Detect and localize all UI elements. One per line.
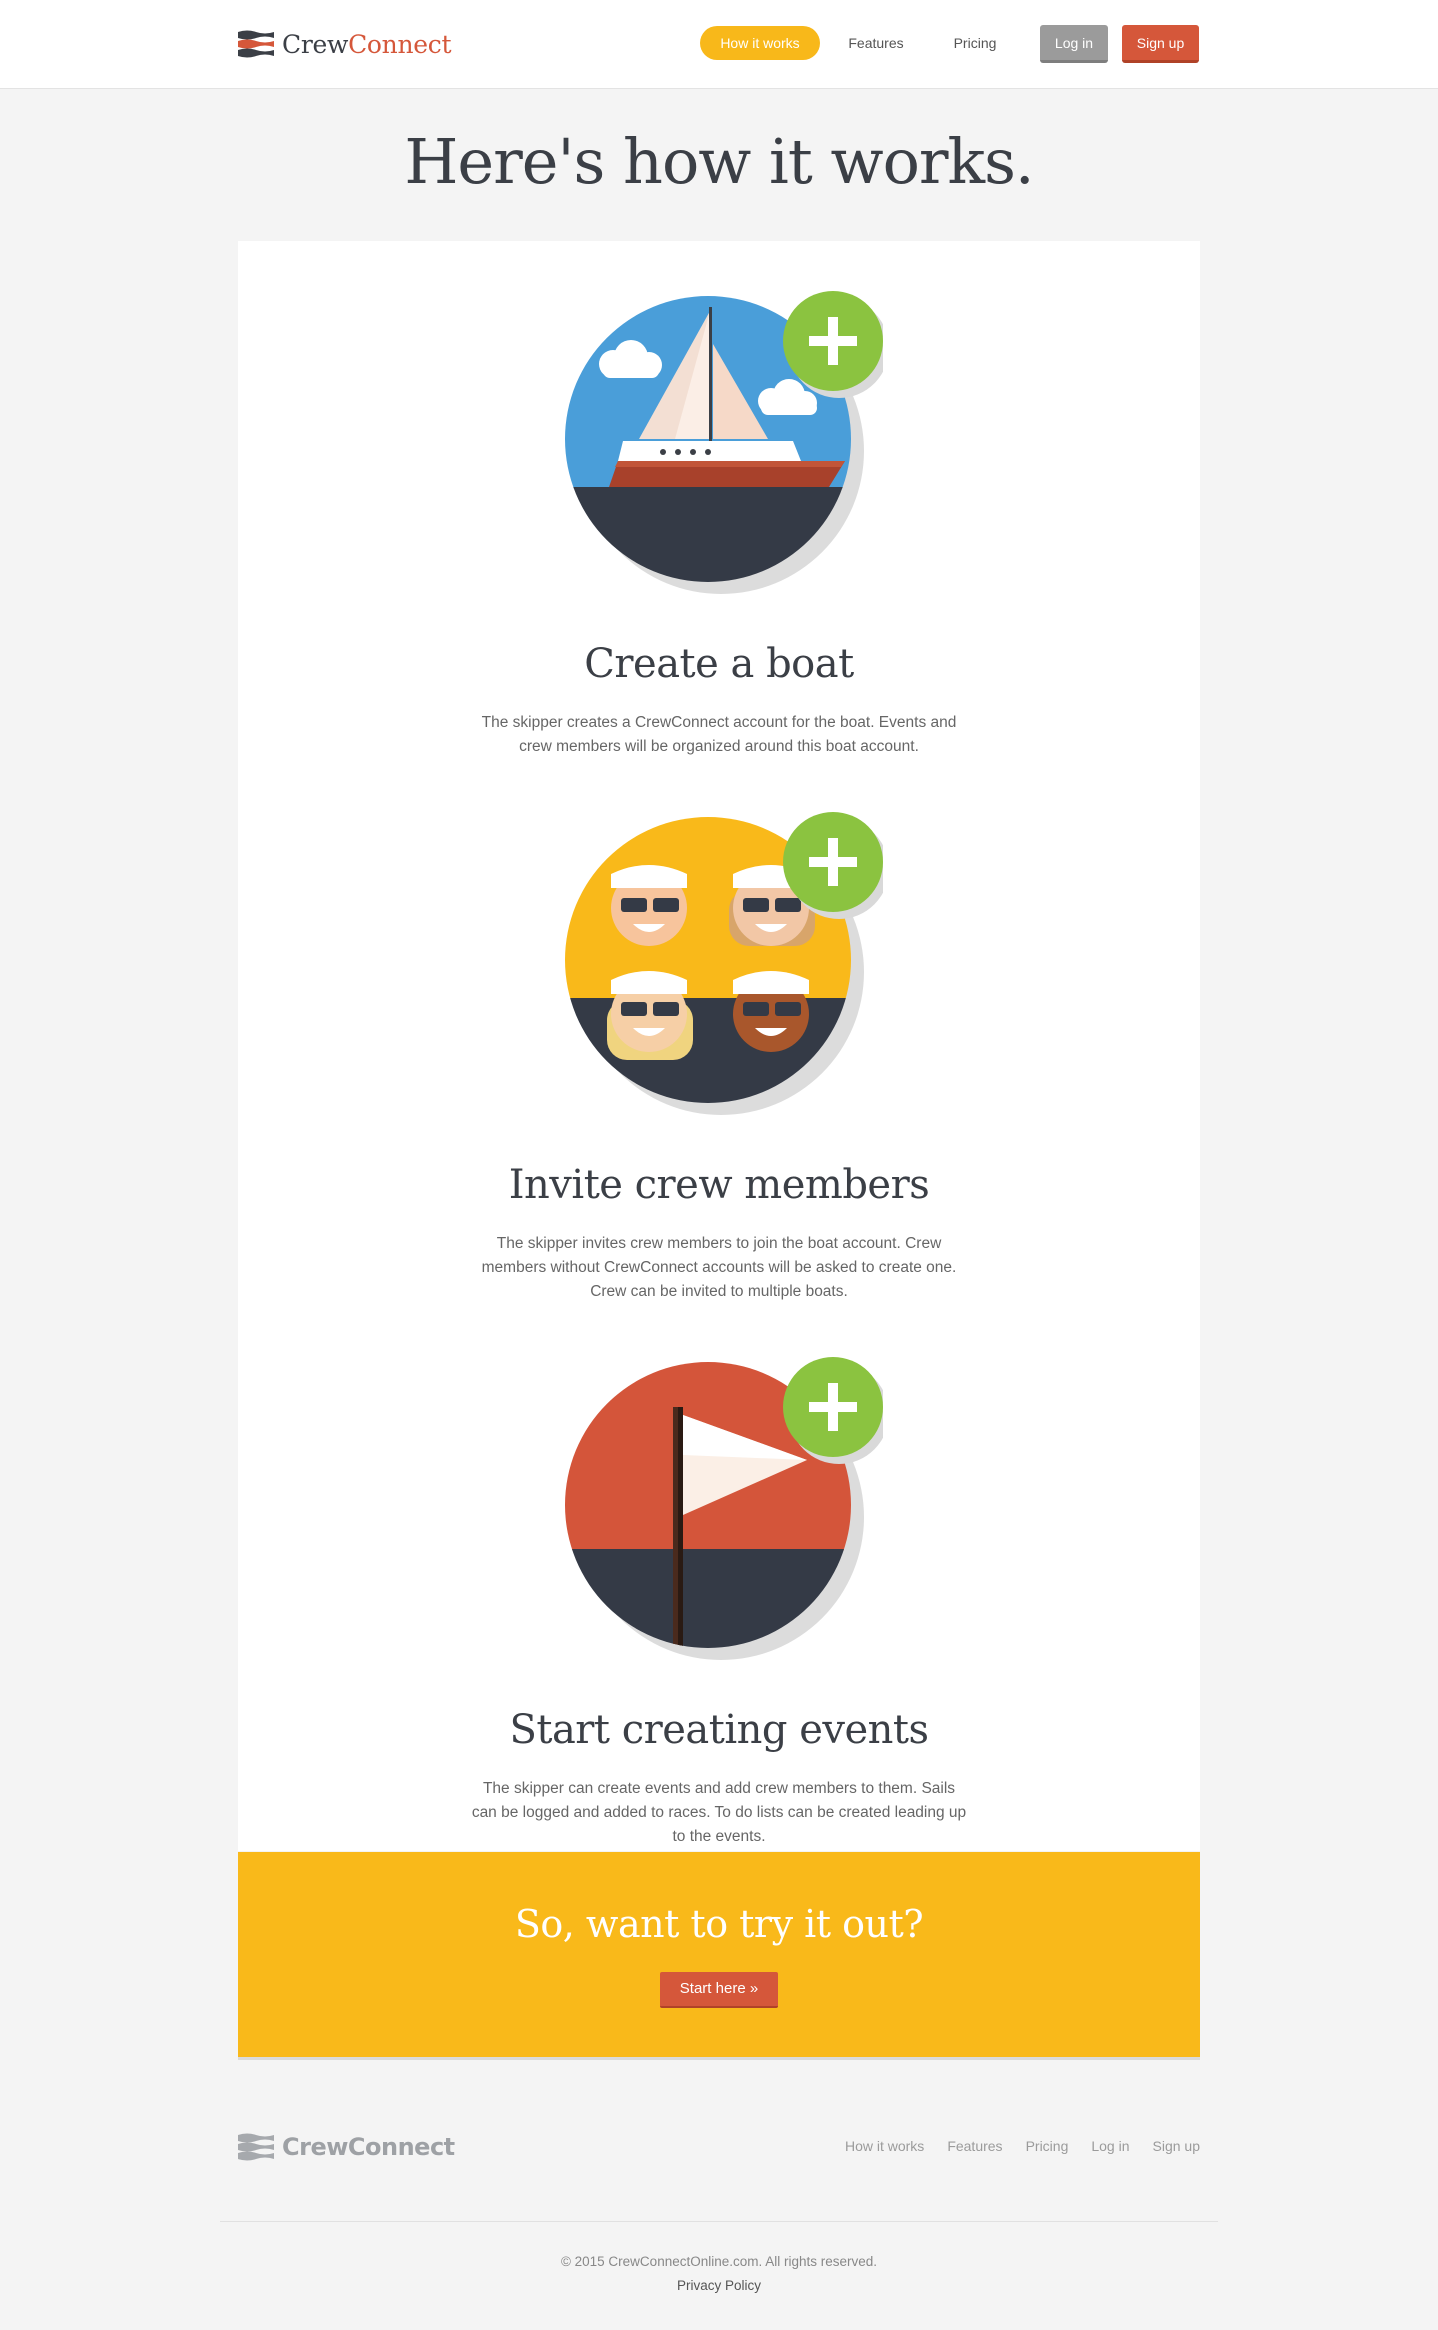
step-title: Start creating events xyxy=(509,1707,929,1753)
nav-how-it-works[interactable]: How it works xyxy=(700,26,820,60)
privacy-policy-link[interactable]: Privacy Policy xyxy=(0,2278,1438,2293)
footer-logo[interactable]: CrewConnect xyxy=(238,2130,455,2164)
nav-pricing[interactable]: Pricing xyxy=(942,26,1008,60)
nav-features[interactable]: Features xyxy=(838,26,914,60)
step-title: Invite crew members xyxy=(508,1162,930,1208)
footer-link-pricing[interactable]: Pricing xyxy=(1026,2138,1069,2154)
login-button[interactable]: Log in xyxy=(1040,25,1108,63)
signup-button[interactable]: Sign up xyxy=(1122,25,1199,63)
header: CrewConnect How it works Features Pricin… xyxy=(0,0,1438,89)
start-here-button[interactable]: Start here » xyxy=(660,1972,778,2008)
footer-link-login[interactable]: Log in xyxy=(1091,2138,1129,2154)
logo-crew-text: Crew xyxy=(282,29,349,59)
footer-divider xyxy=(220,2221,1218,2222)
footer-link-how-it-works[interactable]: How it works xyxy=(845,2138,924,2154)
cta-heading: So, want to try it out? xyxy=(514,1902,924,1946)
footer-nav: How it works Features Pricing Log in Sig… xyxy=(845,2138,1200,2154)
page-title: Here's how it works. xyxy=(404,125,1034,198)
step-description: The skipper can create events and add cr… xyxy=(471,1780,967,1845)
flag-logo-icon xyxy=(238,30,274,58)
steps-card: Create a boat The skipper creates a Crew… xyxy=(238,241,1200,1851)
logo-connect-text: Connect xyxy=(348,29,452,59)
footer-link-features[interactable]: Features xyxy=(947,2138,1002,2154)
footer-logo-text: CrewConnect xyxy=(282,2133,455,2161)
footer-link-signup[interactable]: Sign up xyxy=(1153,2138,1200,2154)
step-description: The skipper invites crew members to join… xyxy=(481,1235,957,1300)
cta-banner: So, want to try it out? Start here » xyxy=(238,1852,1200,2060)
logo[interactable]: CrewConnect xyxy=(238,24,452,64)
step-title: Create a boat xyxy=(584,641,854,687)
copyright-text: © 2015 CrewConnectOnline.com. All rights… xyxy=(560,2254,878,2269)
flag-logo-icon xyxy=(238,2133,274,2161)
sailboat-icon xyxy=(565,291,883,594)
flag-icon xyxy=(565,1357,883,1660)
step-description: The skipper creates a CrewConnect accoun… xyxy=(481,714,957,755)
crew-faces-icon xyxy=(565,812,883,1115)
